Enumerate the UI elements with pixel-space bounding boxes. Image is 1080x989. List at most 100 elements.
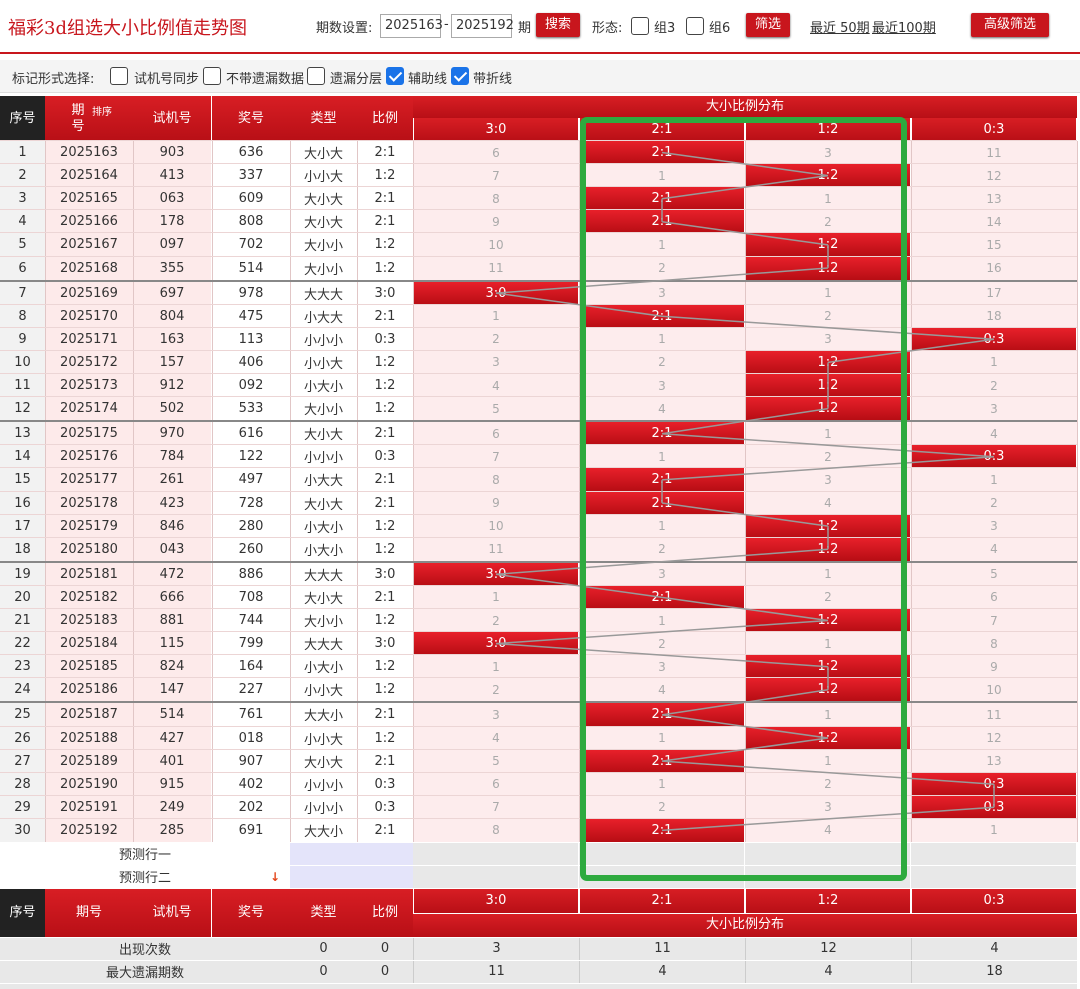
row-1-trial: 903 — [133, 141, 211, 164]
row-26-period: 2025188 — [45, 726, 133, 750]
row-21-miss-1: 1 — [579, 609, 745, 632]
row-14-miss-0: 7 — [413, 445, 579, 469]
row-24-prize: 227 — [212, 678, 290, 702]
row-24-hit-cell: 1:2 — [746, 678, 910, 702]
row-30-type: 大大小 — [290, 818, 357, 842]
row-29-type: 小小小 — [290, 795, 357, 819]
grid-hline — [0, 303, 1077, 305]
predict-cell-1-0[interactable] — [413, 842, 578, 865]
row-8-ratio: 2:1 — [357, 304, 413, 328]
row-22-seq: 22 — [0, 632, 45, 656]
row-16-period: 2025178 — [45, 491, 133, 515]
footer-trial: 试机号 — [133, 888, 211, 937]
option-1-checkbox[interactable] — [110, 67, 128, 85]
row-22-miss-2: 1 — [745, 632, 911, 656]
row-25-ratio: 2:1 — [357, 703, 413, 727]
row-21-prize: 744 — [212, 609, 290, 632]
row-27-miss-0: 5 — [413, 749, 579, 773]
row-14-prize: 122 — [212, 445, 290, 469]
predict-input-1[interactable] — [290, 842, 413, 865]
row-23-ratio: 1:2 — [357, 655, 413, 679]
row-3-hit-cell: 2:1 — [580, 187, 744, 211]
recent-50-link[interactable]: 最近 50期 — [810, 17, 870, 36]
grid-hline — [0, 255, 1077, 257]
predict-cell-2-3[interactable] — [911, 865, 1076, 888]
row-6-period: 2025168 — [45, 256, 133, 280]
row-23-period: 2025185 — [45, 655, 133, 679]
grid-hline — [0, 163, 1077, 165]
option-3-checkbox[interactable] — [307, 67, 325, 85]
row-6-hit-cell: 1:2 — [746, 256, 910, 280]
grid-hline — [0, 794, 1077, 796]
row-4-miss-0: 9 — [413, 210, 579, 234]
row-15-type: 小大大 — [290, 468, 357, 492]
row-29-prize: 202 — [212, 795, 290, 819]
row-15-miss-0: 8 — [413, 468, 579, 492]
grid-hline — [0, 467, 1077, 469]
grid-hline — [0, 209, 1077, 211]
row-29-trial: 249 — [133, 795, 211, 819]
predict-cell-2-2[interactable] — [745, 865, 910, 888]
row-14-miss-2: 2 — [745, 445, 911, 469]
row-22-prize: 799 — [212, 632, 290, 656]
option-5-checkbox[interactable] — [451, 67, 469, 85]
row-26-type: 小小大 — [290, 726, 357, 750]
row-26-miss-0: 4 — [413, 726, 579, 750]
search-button[interactable]: 搜索 — [536, 13, 580, 37]
predict-cell-1-3[interactable] — [911, 842, 1076, 865]
grid-hline — [0, 373, 1077, 374]
row-30-prize: 691 — [212, 818, 290, 842]
option-4-checkbox[interactable] — [386, 67, 404, 85]
footer-dist-2: 1:2 — [746, 888, 910, 913]
predict-arrow-icon[interactable]: ↓ — [270, 870, 280, 884]
group6-checkbox[interactable] — [686, 17, 704, 35]
predict-input-2[interactable] — [290, 865, 413, 888]
predict-cell-2-1[interactable] — [579, 865, 744, 888]
stat-0-ratio: 0 — [357, 937, 413, 960]
period-to-input[interactable]: 2025192 — [451, 14, 514, 38]
row-22-miss-3: 8 — [911, 632, 1077, 656]
row-28-hit-cell: 0:3 — [912, 772, 1076, 796]
row-11-miss-0: 4 — [413, 374, 579, 397]
row-13-miss-3: 4 — [911, 422, 1077, 446]
predict-cell-1-2[interactable] — [745, 842, 910, 865]
row-7-prize: 978 — [212, 281, 290, 305]
grid-hline — [0, 490, 1077, 492]
sort-button[interactable]: 排序 — [92, 106, 112, 120]
grid-hline — [0, 396, 1077, 398]
row-11-miss-3: 2 — [911, 374, 1077, 397]
row-4-type: 大小大 — [290, 210, 357, 234]
row-28-trial: 915 — [133, 772, 211, 796]
row-19-prize: 886 — [212, 562, 290, 586]
row-20-miss-0: 1 — [413, 585, 579, 609]
row-24-type: 小小大 — [290, 678, 357, 702]
header-dist-0: 3:0 — [414, 118, 578, 141]
header-prize: 奖号 — [212, 96, 290, 141]
group3-checkbox[interactable] — [631, 17, 649, 35]
stat-1-val-2: 4 — [745, 960, 911, 983]
row-27-ratio: 2:1 — [357, 749, 413, 773]
predict-cell-1-1[interactable] — [579, 842, 744, 865]
predict-cell-2-0[interactable] — [413, 865, 578, 888]
row-7-trial: 697 — [133, 281, 211, 305]
mark-options-label: 标记形式选择: — [12, 72, 95, 87]
option-2-checkbox[interactable] — [203, 67, 221, 85]
period-from-input[interactable]: 2025163 — [380, 14, 443, 38]
row-11-hit-cell: 1:2 — [746, 374, 910, 397]
grid-hline — [0, 701, 1077, 704]
row-17-ratio: 1:2 — [357, 514, 413, 538]
header-seq: 序号 — [0, 96, 45, 141]
row-26-prize: 018 — [212, 726, 290, 750]
row-20-hit-cell: 2:1 — [580, 585, 744, 609]
advanced-filter-button[interactable]: 高级筛选 — [971, 13, 1049, 37]
predict-row-1: 预测行一 — [0, 842, 290, 865]
recent-100-link[interactable]: 最近100期 — [872, 17, 936, 36]
row-17-miss-1: 1 — [579, 514, 745, 538]
stat-1-ratio: 0 — [357, 960, 413, 983]
row-1-hit-cell: 2:1 — [580, 141, 744, 164]
row-24-miss-1: 4 — [579, 678, 745, 702]
row-18-prize: 260 — [212, 537, 290, 561]
filter-button[interactable]: 筛选 — [746, 13, 790, 37]
row-18-hit-cell: 1:2 — [746, 537, 910, 561]
row-17-type: 小大小 — [290, 514, 357, 538]
